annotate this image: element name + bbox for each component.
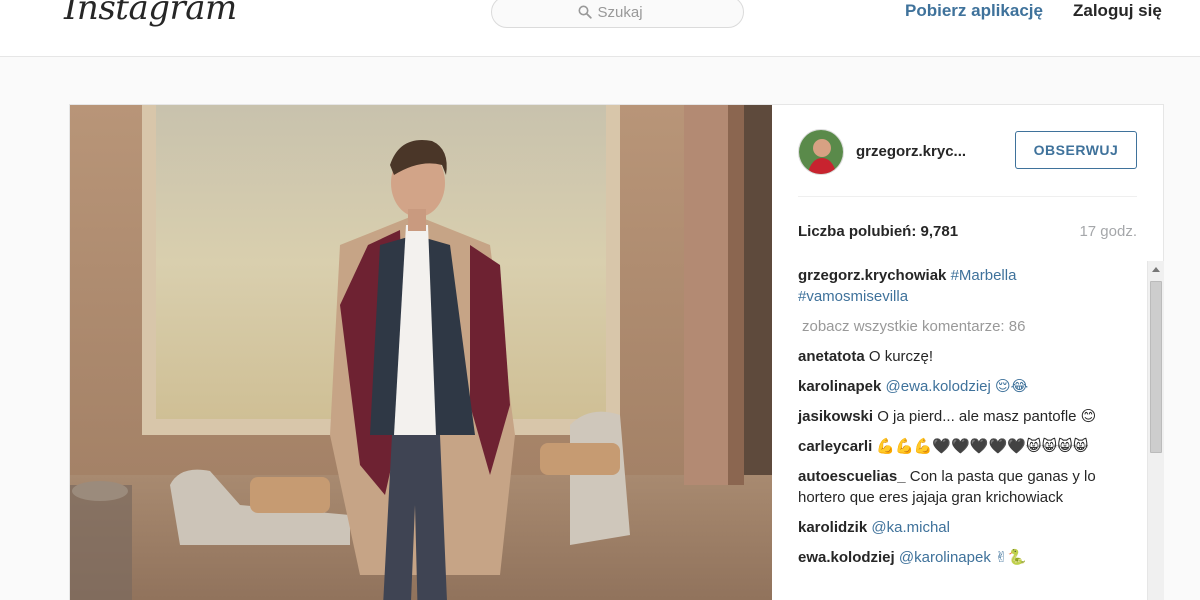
top-bar: Instagram Pobierz aplikację Zaloguj się: [0, 0, 1200, 57]
comment-text: O kurczę!: [868, 348, 934, 365]
login-link[interactable]: Zaloguj się: [1073, 1, 1162, 21]
comment-user[interactable]: carleycarli: [798, 438, 872, 455]
comment: autoescuelias_ Con la pasta que ganas y …: [798, 466, 1128, 508]
follow-button[interactable]: OBSERWUJ: [1015, 131, 1137, 169]
comment-text[interactable]: @ka.michal: [871, 519, 950, 536]
get-app-link[interactable]: Pobierz aplikację: [905, 1, 1043, 21]
caption-user[interactable]: grzegorz.krychowiak: [798, 267, 946, 284]
comment: carleycarli 💪💪💪🖤🖤🖤🖤🖤😸😸😸😸: [798, 436, 1128, 457]
search-box[interactable]: [491, 0, 744, 28]
post-time[interactable]: 17 godz.: [1079, 223, 1137, 240]
post-sidebar: grzegorz.kryc... OBSERWUJ Liczba polubie…: [772, 105, 1165, 600]
comment-user[interactable]: ewa.kolodziej: [798, 549, 895, 566]
author-username[interactable]: grzegorz.kryc...: [856, 143, 966, 160]
likes-count: Liczba polubień: 9,781: [798, 223, 958, 240]
view-all-comments-link[interactable]: zobacz wszystkie komentarze: 86: [802, 316, 1128, 337]
comment-user[interactable]: jasikowski: [798, 408, 873, 425]
divider: [798, 196, 1137, 197]
scrollbar-thumb[interactable]: [1150, 281, 1162, 453]
comment: jasikowski O ja pierd... ale masz pantof…: [798, 406, 1128, 427]
comment-text: 💪💪💪🖤🖤🖤🖤🖤😸😸😸😸: [876, 438, 1089, 455]
author-avatar[interactable]: [798, 129, 844, 175]
search-input[interactable]: [597, 3, 658, 21]
search-icon: [578, 5, 592, 19]
comment-user[interactable]: anetatota: [798, 348, 865, 365]
comment-text[interactable]: @ewa.kolodziej 😌😂: [886, 378, 1029, 395]
comment-user[interactable]: karolinapek: [798, 378, 881, 395]
post-photo[interactable]: [70, 105, 772, 600]
post-author: grzegorz.kryc... OBSERWUJ: [798, 129, 1137, 177]
comment: ewa.kolodziej @karolinapek ✌🐍: [798, 547, 1128, 568]
comment: karolidzik @ka.michal: [798, 517, 1128, 538]
avatar-image: [799, 130, 843, 174]
likes-value: 9,781: [920, 223, 959, 240]
comments-scrollbar[interactable]: [1147, 261, 1164, 600]
post-photo-image: [70, 105, 772, 600]
comment: anetatota O kurczę!: [798, 346, 1128, 367]
scroll-up-arrow-icon[interactable]: [1148, 261, 1164, 278]
comment-text[interactable]: @karolinapek ✌🐍: [899, 549, 1026, 566]
comment-user[interactable]: karolidzik: [798, 519, 867, 536]
comment: karolinapek @ewa.kolodziej 😌😂: [798, 376, 1128, 397]
comment-user[interactable]: autoescuelias_: [798, 468, 906, 485]
comments-list: grzegorz.krychowiak #Marbella #vamosmise…: [798, 265, 1128, 577]
post-card: grzegorz.kryc... OBSERWUJ Liczba polubie…: [69, 104, 1164, 600]
caption: grzegorz.krychowiak #Marbella #vamosmise…: [798, 265, 1128, 307]
instagram-logo[interactable]: Instagram: [64, 0, 237, 28]
likes-label: Liczba polubień:: [798, 223, 917, 240]
comment-text: O ja pierd... ale masz pantofle 😊: [877, 408, 1097, 425]
